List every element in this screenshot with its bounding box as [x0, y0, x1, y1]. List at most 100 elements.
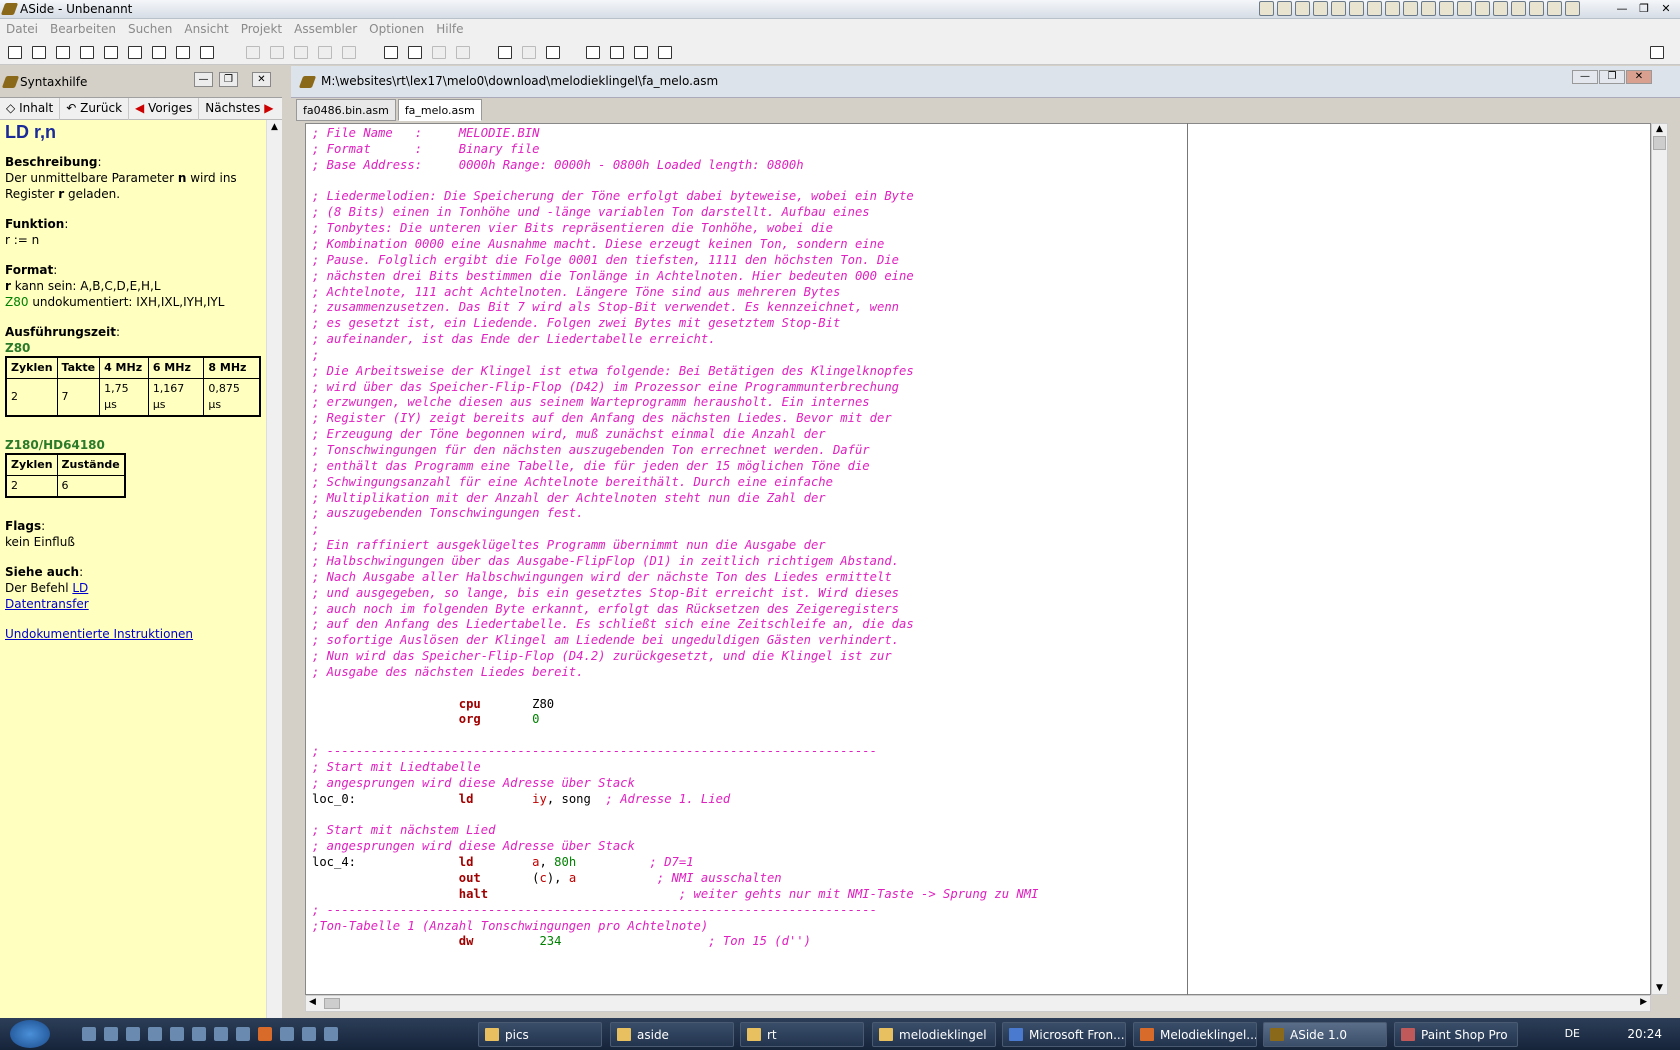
scroll-down-icon[interactable]: ▼	[1652, 983, 1667, 993]
taskbar-item-rt[interactable]: rt	[740, 1022, 864, 1047]
taskbar-item-aside[interactable]: aside	[610, 1022, 734, 1047]
quicklaunch-icon[interactable]	[236, 1027, 250, 1041]
code-line[interactable]: ; Kombination 0000 eine Ausnahme macht. …	[312, 236, 884, 253]
code-line[interactable]: ; sofortige Auslösen der Klingel am Lied…	[312, 632, 899, 649]
menu-hilfe[interactable]: Hilfe	[430, 19, 469, 39]
tray-icon[interactable]	[1349, 1, 1364, 16]
save-icon[interactable]	[104, 46, 118, 59]
menu-suchen[interactable]: Suchen	[122, 19, 178, 39]
code-line[interactable]: loc_0: ld iy, song ; Adresse 1. Lied	[312, 791, 730, 808]
menu-ansicht[interactable]: Ansicht	[178, 19, 234, 39]
tray-icon[interactable]	[1313, 1, 1328, 16]
help-scrollbar[interactable]: ▲	[266, 120, 282, 1018]
scroll-left-icon[interactable]: ◀	[309, 997, 316, 1007]
code-line[interactable]: ; auf den Anfang des Liedertabelle. Es s…	[312, 616, 914, 633]
tray-icon[interactable]	[1529, 1, 1544, 16]
code-line[interactable]: ; nächsten drei Bits bestimmen die Tonlä…	[312, 268, 914, 285]
check-icon[interactable]	[546, 46, 560, 59]
burn-icon[interactable]	[634, 46, 648, 59]
horizontal-scrollbar[interactable]: ◀ ▶	[305, 995, 1651, 1012]
find-prev-icon[interactable]	[456, 46, 470, 59]
scroll-right-icon[interactable]: ▶	[1640, 997, 1647, 1007]
code-line[interactable]: ; Format : Binary file	[312, 141, 539, 158]
copy-icon[interactable]	[294, 46, 308, 59]
quicklaunch-icon[interactable]	[280, 1027, 294, 1041]
previous-button[interactable]: ◀ Voriges	[129, 98, 200, 120]
tray-icon[interactable]	[1331, 1, 1346, 16]
quicklaunch-icon[interactable]	[214, 1027, 228, 1041]
tray-icon[interactable]	[1295, 1, 1310, 16]
contents-button[interactable]: ◇ Inhalt	[0, 98, 61, 120]
next-button[interactable]: Nächstes ▶	[199, 98, 279, 120]
scroll-up-icon[interactable]: ▲	[267, 122, 282, 132]
code-line[interactable]: ; enthält das Programm eine Tabelle, die…	[312, 458, 870, 475]
tray-icon[interactable]	[1547, 1, 1562, 16]
code-line[interactable]: ; wird über das Speicher-Flip-Flop (D42)…	[312, 379, 899, 396]
code-line[interactable]: ; Multiplikation mit der Anzahl der Acht…	[312, 490, 826, 507]
code-line[interactable]: ; aufeinander, ist das Ende der Liederta…	[312, 331, 716, 348]
code-line[interactable]: ; Liedermelodien: Die Speicherung der Tö…	[312, 188, 914, 205]
eraser-icon[interactable]	[610, 46, 624, 59]
quicklaunch-icon[interactable]	[82, 1027, 96, 1041]
menu-projekt[interactable]: Projekt	[235, 19, 288, 39]
toolbar-menu-icon[interactable]	[1650, 46, 1664, 59]
open-project-icon[interactable]	[80, 46, 94, 59]
vertical-scrollbar[interactable]: ▲ ▼	[1651, 123, 1668, 995]
code-line[interactable]: ; Register (IY) zeigt bereits auf den An…	[312, 410, 892, 427]
code-line[interactable]: dw 234 ; Ton 15 (d'')	[312, 933, 811, 950]
code-line[interactable]: ; Pause. Folglich ergibt die Folge 0001 …	[312, 252, 899, 269]
burn-stop-icon[interactable]	[658, 46, 672, 59]
code-line[interactable]: loc_4: ld a, 80h ; D7=1	[312, 854, 694, 871]
quicklaunch-icon[interactable]	[126, 1027, 140, 1041]
language-indicator[interactable]: DE	[1565, 1027, 1580, 1040]
taskbar-item-paintshop[interactable]: Paint Shop Pro	[1394, 1022, 1518, 1047]
quicklaunch-icon[interactable]	[324, 1027, 338, 1041]
print-icon[interactable]	[200, 46, 214, 59]
start-button[interactable]	[10, 1020, 50, 1048]
quicklaunch-icon[interactable]	[302, 1027, 316, 1041]
tray-icon[interactable]	[1565, 1, 1580, 16]
tab-fa0486-bin-asm[interactable]: fa0486.bin.asm	[296, 99, 396, 121]
back-button[interactable]: ↶ Zurück	[60, 98, 130, 120]
datentransfer-link[interactable]: Datentransfer	[5, 597, 89, 611]
code-line[interactable]: ; File Name : MELODIE.BIN	[312, 125, 539, 142]
code-line[interactable]: org 0	[312, 711, 540, 728]
code-line[interactable]: ; --------------------------------------…	[312, 902, 877, 919]
code-line[interactable]: ; Base Address: 0000h Range: 0000h - 080…	[312, 157, 804, 174]
code-line[interactable]: ; Nun wird das Speicher-Flip-Flop (D4.2)…	[312, 648, 892, 665]
code-line[interactable]: ; zusammenzusetzen. Das Bit 7 wird als S…	[312, 299, 899, 316]
open-icon[interactable]	[56, 46, 70, 59]
tray-icon[interactable]	[1385, 1, 1400, 16]
code-line[interactable]: ; Start mit nächstem Lied	[312, 822, 495, 839]
code-line[interactable]: ;	[312, 347, 319, 364]
find-icon[interactable]	[384, 46, 398, 59]
taskbar-item-aside-app[interactable]: ASide 1.0	[1263, 1022, 1387, 1047]
close-icon[interactable]: ✕	[1658, 1, 1674, 16]
delete-icon[interactable]	[342, 46, 356, 59]
tray-icon[interactable]	[1439, 1, 1454, 16]
restore-icon[interactable]: ❐	[1636, 1, 1652, 16]
code-line[interactable]: ;	[312, 521, 319, 538]
code-line[interactable]: ; --------------------------------------…	[312, 743, 877, 760]
cut-icon[interactable]	[270, 46, 284, 59]
scroll-up-icon[interactable]: ▲	[1652, 124, 1667, 134]
undo-icon[interactable]	[246, 46, 260, 59]
restore-icon[interactable]: ❐	[219, 72, 238, 87]
quicklaunch-icon[interactable]	[148, 1027, 162, 1041]
code-line[interactable]: ; angesprungen wird diese Adresse über S…	[312, 775, 635, 792]
code-line[interactable]: cpu Z80	[312, 696, 554, 713]
taskbar-item-firefox[interactable]: Melodieklingel...	[1133, 1022, 1257, 1047]
quicklaunch-icon[interactable]	[192, 1027, 206, 1041]
code-line[interactable]: ; (8 Bits) einen in Tonhöhe und -länge v…	[312, 204, 870, 221]
tab-fa-melo-asm[interactable]: fa_melo.asm	[397, 99, 482, 121]
menu-datei[interactable]: Datei	[0, 19, 44, 39]
code-line[interactable]: ; Tonbytes: Die unteren vier Bits repräs…	[312, 220, 833, 237]
paste-icon[interactable]	[318, 46, 332, 59]
undocumented-instructions-link[interactable]: Undokumentierte Instruktionen	[5, 627, 193, 641]
minimize-icon[interactable]: —	[1614, 1, 1630, 16]
minimize-icon[interactable]: —	[194, 72, 213, 87]
tray-icon[interactable]	[1259, 1, 1274, 16]
code-line[interactable]: ; Erzeugung der Töne begonnen wird, muß …	[312, 426, 826, 443]
new-doc-icon[interactable]	[32, 46, 46, 59]
code-line[interactable]: ; Ausgabe des nächsten Liedes bereit.	[312, 664, 584, 681]
